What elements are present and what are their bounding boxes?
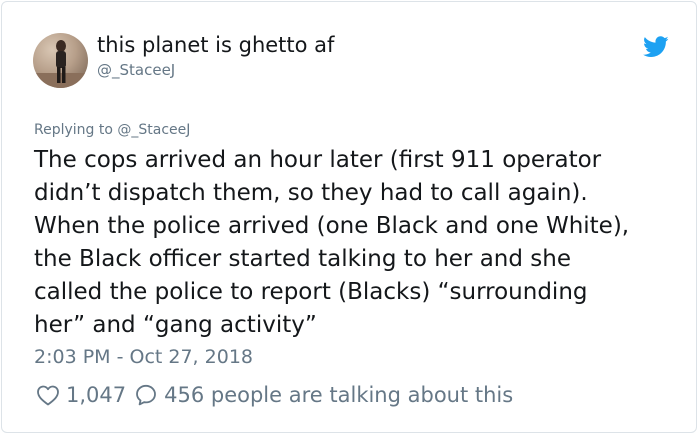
tweet-text-line: the Black officer started talking to her… bbox=[34, 246, 571, 272]
avatar[interactable] bbox=[33, 33, 88, 88]
timestamp[interactable]: 2:03 PM - Oct 27, 2018 bbox=[34, 346, 253, 368]
tweet-text-line: When the police arrived (one Black and o… bbox=[34, 213, 630, 239]
avatar-figure bbox=[33, 40, 88, 88]
display-name[interactable]: this planet is ghetto af bbox=[97, 33, 334, 57]
twitter-bird-icon[interactable] bbox=[643, 36, 669, 58]
speech-bubble-icon[interactable] bbox=[134, 383, 158, 407]
tweet-text-line: The cops arrived an hour later (first 91… bbox=[34, 147, 602, 173]
tweet-text-line: didn’t dispatch them, so they had to cal… bbox=[34, 180, 588, 206]
tweet-text-line: called the police to report (Blacks) “su… bbox=[34, 279, 588, 305]
heart-icon[interactable] bbox=[36, 384, 60, 406]
tweet-text: The cops arrived an hour later (first 91… bbox=[34, 144, 674, 342]
replying-to[interactable]: Replying to @_StaceeJ bbox=[34, 122, 190, 138]
like-count[interactable]: 1,047 bbox=[66, 383, 126, 407]
user-handle[interactable]: @_StaceeJ bbox=[97, 61, 175, 79]
tweet-card: this planet is ghetto af @_StaceeJ Reply… bbox=[1, 1, 697, 433]
tweet-actions: 1,047 456 people are talking about this bbox=[36, 382, 513, 408]
talking-count[interactable]: 456 people are talking about this bbox=[164, 383, 513, 407]
tweet-text-line: her” and “gang activity” bbox=[34, 312, 317, 338]
